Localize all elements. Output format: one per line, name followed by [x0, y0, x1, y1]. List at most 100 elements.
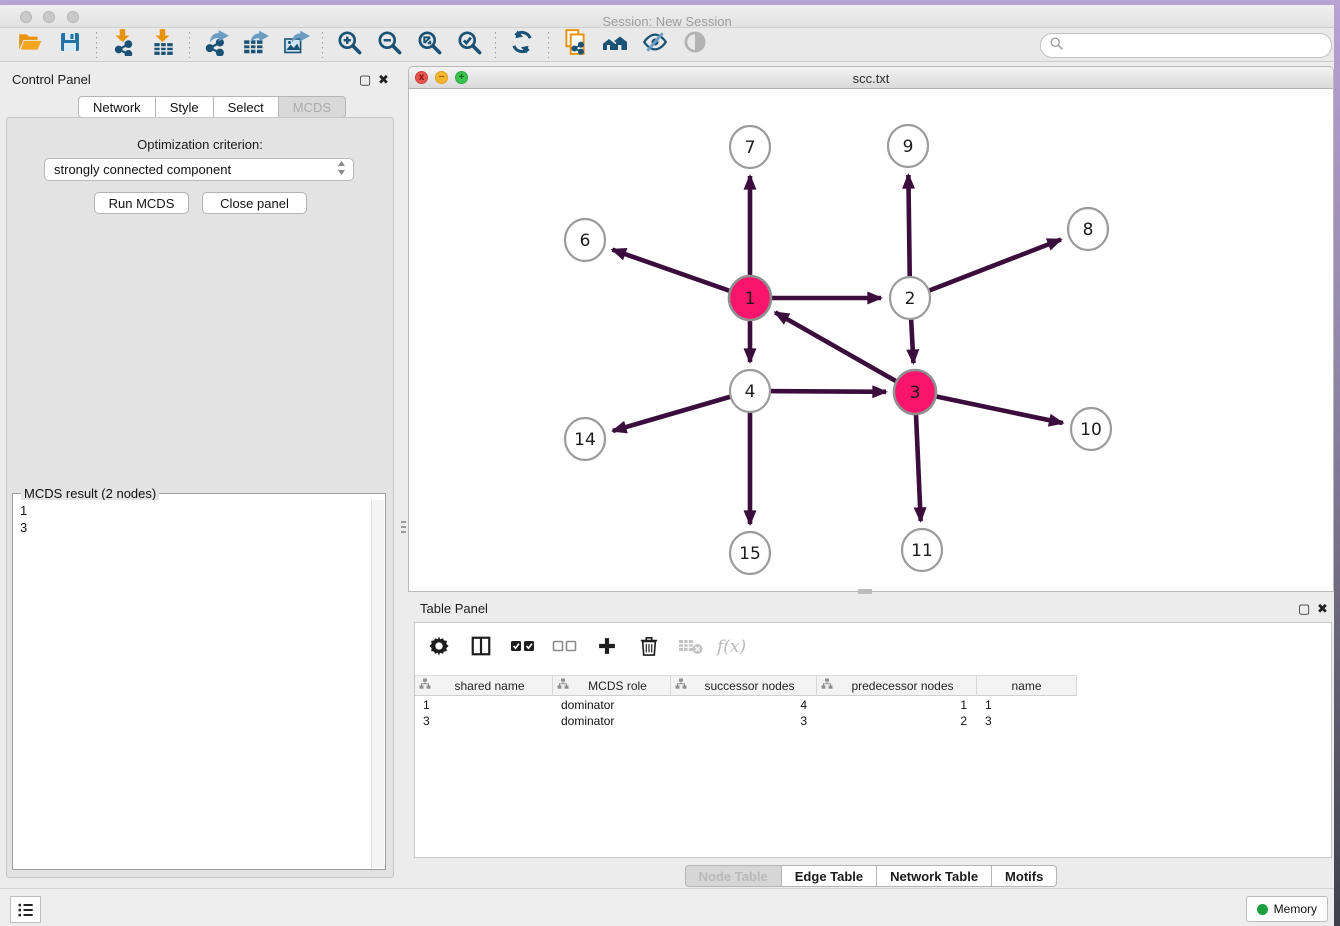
search-input[interactable]	[1064, 38, 1331, 53]
table-row[interactable]: 1dominator411	[415, 697, 1077, 713]
export-image-button[interactable]	[276, 30, 316, 60]
table-options-button[interactable]	[425, 634, 453, 662]
cell-successor-nodes[interactable]: 4	[671, 697, 817, 713]
cell-name[interactable]: 1	[977, 697, 1077, 713]
edge-2-8[interactable]	[910, 239, 1061, 298]
node-label-7: 7	[745, 138, 756, 158]
refresh-button[interactable]	[502, 30, 542, 60]
edge-4-14[interactable]	[613, 391, 750, 431]
tab-style[interactable]: Style	[156, 96, 214, 118]
cell-shared-name[interactable]: 1	[415, 697, 553, 713]
zoom-in-icon	[336, 29, 363, 61]
main-titlebar[interactable]: Session: New Session	[0, 5, 1334, 28]
close-panel-icon[interactable]: ✖	[378, 72, 389, 88]
column-header-predecessor-nodes[interactable]: predecessor nodes	[817, 675, 977, 696]
optimization-criterion-label: Optimization criterion:	[0, 137, 400, 152]
zoom-fit-icon	[416, 29, 443, 61]
plus-icon	[597, 636, 617, 661]
cell-shared-name[interactable]: 3	[415, 713, 553, 729]
toolbar-separator	[189, 32, 190, 58]
memory-button[interactable]: Memory	[1246, 896, 1328, 922]
float-panel-icon[interactable]: ▢	[359, 72, 371, 88]
zoom-out-button[interactable]	[369, 30, 409, 60]
run-mcds-button[interactable]: Run MCDS	[94, 192, 189, 214]
split-panel-button[interactable]	[467, 634, 495, 662]
function-builder-button: f(x)	[719, 634, 747, 662]
tab-network[interactable]: Network	[78, 96, 156, 118]
column-header-name[interactable]: name	[977, 675, 1077, 696]
copy-network-button[interactable]	[555, 30, 595, 60]
toolbar-separator	[322, 32, 323, 58]
node-label-3: 3	[910, 383, 921, 403]
application-window: Session: New Session Control Panel ▢ ✖ N…	[0, 0, 1340, 926]
tab-network-table[interactable]: Network Table	[877, 865, 992, 887]
cell-predecessor-nodes[interactable]: 1	[817, 697, 977, 713]
memory-label: Memory	[1274, 902, 1317, 916]
node-label-9: 9	[903, 137, 914, 157]
hierarchy-icon	[821, 678, 833, 693]
toolbar-separator	[495, 32, 496, 58]
column-header-successor-nodes[interactable]: successor nodes	[671, 675, 817, 696]
import-table-icon	[150, 28, 176, 61]
edge-3-10[interactable]	[915, 392, 1063, 423]
open-file-button[interactable]	[10, 30, 50, 60]
network-window-titlebar[interactable]: x − + scc.txt	[409, 67, 1333, 89]
delete-column-button[interactable]	[635, 634, 663, 662]
import-network-icon	[110, 28, 136, 61]
mcds-result-scrollbar[interactable]	[371, 500, 384, 868]
tab-node-table[interactable]: Node Table	[685, 865, 782, 887]
hide-all-columns-button[interactable]	[551, 634, 579, 662]
table-delete-icon	[678, 636, 704, 661]
search-icon	[1049, 36, 1064, 56]
tab-motifs[interactable]: Motifs	[992, 865, 1057, 887]
export-table-button[interactable]	[236, 30, 276, 60]
create-column-button[interactable]	[593, 634, 621, 662]
birds-eye-view-button	[675, 30, 715, 60]
tab-select[interactable]: Select	[214, 96, 279, 118]
edge-3-1[interactable]	[775, 312, 915, 392]
zoom-fit-button[interactable]	[409, 30, 449, 60]
panel-menu-button[interactable]	[10, 896, 41, 923]
svg-text:f(x): f(x)	[716, 637, 746, 657]
cell-predecessor-nodes[interactable]: 2	[817, 713, 977, 729]
node-label-14: 14	[574, 430, 596, 450]
node-table: f(x) shared nameMCDS rolesuccessor nodes…	[414, 622, 1332, 858]
horizontal-splitter[interactable]	[858, 589, 872, 591]
vertical-splitter[interactable]	[400, 66, 408, 880]
desktop-edge-right	[1334, 0, 1340, 926]
network-canvas[interactable]: 7968124314101511	[409, 89, 1333, 591]
show-networks-button[interactable]	[595, 30, 635, 60]
table-column-headers: shared nameMCDS rolesuccessor nodesprede…	[415, 675, 1077, 696]
table-panel-header: Table Panel	[408, 595, 1340, 621]
save-session-button[interactable]	[50, 30, 90, 60]
delete-table-button	[677, 634, 705, 662]
hierarchy-icon	[419, 678, 431, 693]
zoom-in-button[interactable]	[329, 30, 369, 60]
cell-successor-nodes[interactable]: 3	[671, 713, 817, 729]
import-network-button[interactable]	[103, 30, 143, 60]
mcds-result-item: 3	[20, 519, 371, 536]
cell-MCDS-role[interactable]: dominator	[553, 697, 671, 713]
import-table-button[interactable]	[143, 30, 183, 60]
export-network-button[interactable]	[196, 30, 236, 60]
tab-edge-table[interactable]: Edge Table	[782, 865, 877, 887]
check-pair-icon	[510, 638, 536, 659]
selected-option: strongly connected component	[54, 162, 231, 177]
tab-mcds[interactable]: MCDS	[279, 96, 346, 118]
cell-name[interactable]: 3	[977, 713, 1077, 729]
cell-MCDS-role[interactable]: dominator	[553, 713, 671, 729]
zoom-selected-button[interactable]	[449, 30, 489, 60]
show-all-columns-button[interactable]	[509, 634, 537, 662]
column-header-MCDS-role[interactable]: MCDS role	[553, 675, 671, 696]
fx-icon: f(x)	[716, 634, 750, 663]
table-row[interactable]: 3dominator323	[415, 713, 1077, 729]
column-header-shared-name[interactable]: shared name	[415, 675, 553, 696]
node-label-11: 11	[911, 541, 933, 561]
close-table-panel-icon[interactable]: ✖	[1317, 601, 1328, 617]
close-panel-button[interactable]: Close panel	[202, 192, 307, 214]
optimization-criterion-select[interactable]: strongly connected component	[44, 158, 354, 181]
hide-graphics-details-button[interactable]	[635, 30, 675, 60]
float-table-panel-icon[interactable]: ▢	[1298, 601, 1310, 617]
node-label-4: 4	[745, 382, 756, 402]
toolbar-separator	[96, 32, 97, 58]
